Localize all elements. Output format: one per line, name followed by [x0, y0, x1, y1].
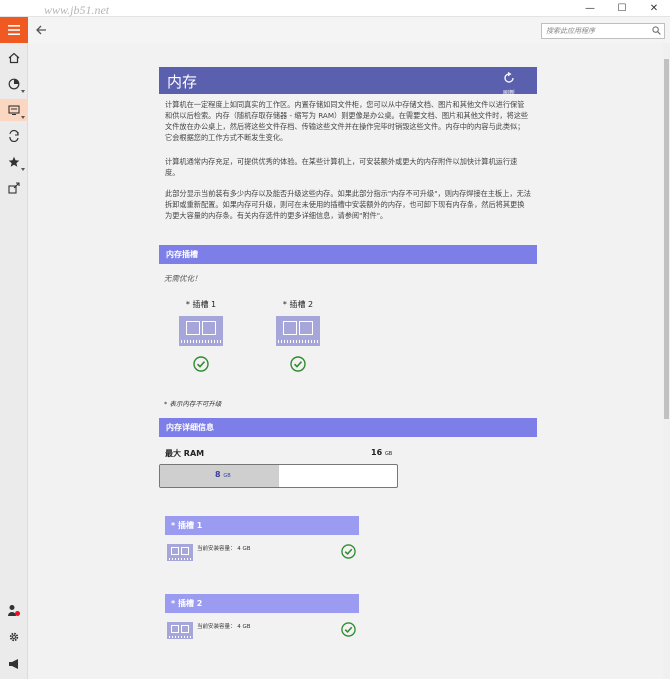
memory-page: 内存 刷新 计算机在一定程度上如同真实的工作区。内置存储如同文件柜，您可以从中存… [159, 67, 537, 639]
search-placeholder: 搜索此应用程序 [546, 27, 595, 35]
nav-settings[interactable] [0, 626, 28, 648]
nav-sync[interactable] [0, 125, 28, 147]
memory-details-section-header: 内存详细信息 [159, 418, 537, 437]
slot-label: * 插槽 2 [282, 300, 314, 309]
installed-ram-bar: 8 GB [159, 464, 398, 488]
installed-capacity-text: 当前安装容量： 4 GB [197, 624, 251, 630]
memory-slots-section-header: 内存插槽 [159, 245, 537, 264]
check-icon [193, 356, 209, 372]
window-controls: — ☐ ✕ [574, 0, 670, 16]
max-ram-label: 最大 RAM [165, 449, 205, 458]
max-ram-value: 16 GB [371, 448, 393, 457]
intro-paragraph-2: 计算机通常内存充足，可提供优秀的体验。在某些计算机上，可安装额外或更大的内存附件… [165, 157, 518, 177]
memory-slot-2: * 插槽 2 [268, 299, 328, 376]
page-header: 内存 刷新 [159, 67, 537, 97]
window-titlebar: www.jb51.net — ☐ ✕ [0, 0, 670, 17]
optimization-status: 无需优化！ [164, 274, 202, 283]
slot-detail-title: * 插槽 1 [165, 516, 359, 535]
slot-detail-title: * 插槽 2 [165, 594, 359, 613]
scrollbar-thumb[interactable] [664, 59, 669, 419]
nav-announce[interactable] [0, 653, 28, 675]
sync-icon [9, 130, 19, 142]
favorites-icon [8, 156, 20, 167]
memory-module-icon [179, 316, 223, 346]
slots-footnote: * 表示内存不可升级 [164, 400, 222, 408]
check-icon [341, 622, 356, 637]
export-icon [8, 182, 20, 194]
search-icon[interactable] [652, 26, 661, 35]
memory-module-icon [167, 622, 193, 639]
memory-slot-1: * 插槽 1 [171, 299, 231, 376]
vertical-scrollbar[interactable] [663, 43, 670, 679]
memory-module-icon [167, 544, 193, 561]
installed-ram-value: 8 GB [215, 470, 231, 479]
nav-dashboard[interactable] [0, 73, 28, 95]
back-button[interactable] [30, 19, 52, 41]
hardware-icon [8, 105, 20, 115]
page-title: 内存 [167, 73, 198, 91]
watermark-text: www.jb51.net [44, 3, 110, 17]
nav-favorites[interactable] [0, 151, 28, 173]
hamburger-icon [8, 25, 20, 35]
installed-capacity-text: 当前安装容量： 4 GB [197, 546, 251, 552]
hamburger-menu-button[interactable] [0, 17, 28, 43]
intro-paragraph-3: 此部分显示当前装有多少内存以及能否升级这些内存。如果此部分指示"内存不可升级"，… [165, 189, 531, 220]
minimize-button[interactable]: — [574, 0, 606, 16]
close-button[interactable]: ✕ [638, 0, 670, 16]
left-navigation [0, 43, 28, 679]
slot-1-detail-card: * 插槽 1 当前安装容量： 4 GB [165, 516, 359, 561]
refresh-label: 刷新 [502, 90, 515, 97]
search-input[interactable]: 搜索此应用程序 [541, 23, 665, 39]
app-navbar: 搜索此应用程序 [0, 17, 670, 43]
back-arrow-icon [36, 25, 46, 35]
check-icon [341, 544, 356, 559]
nav-hardware[interactable] [0, 99, 28, 121]
maximize-button[interactable]: ☐ [606, 0, 638, 16]
refresh-icon [504, 72, 514, 83]
intro-paragraph-1: 计算机在一定程度上如同真实的工作区。内置存储如同文件柜，您可以从中存储文档、图片… [165, 100, 529, 142]
user-alert-icon [8, 604, 20, 616]
announce-icon [9, 659, 18, 669]
check-icon [290, 356, 306, 372]
memory-module-icon [276, 316, 320, 346]
slot-2-detail-card: * 插槽 2 当前安装容量： 4 GB [165, 594, 359, 639]
nav-home[interactable] [0, 47, 28, 69]
slot-label: * 插槽 1 [185, 300, 217, 309]
nav-export[interactable] [0, 177, 28, 199]
nav-user[interactable] [0, 599, 28, 621]
home-icon [8, 52, 20, 64]
refresh-button[interactable]: 刷新 [498, 69, 520, 97]
settings-icon [9, 632, 19, 642]
dashboard-icon [8, 78, 20, 90]
